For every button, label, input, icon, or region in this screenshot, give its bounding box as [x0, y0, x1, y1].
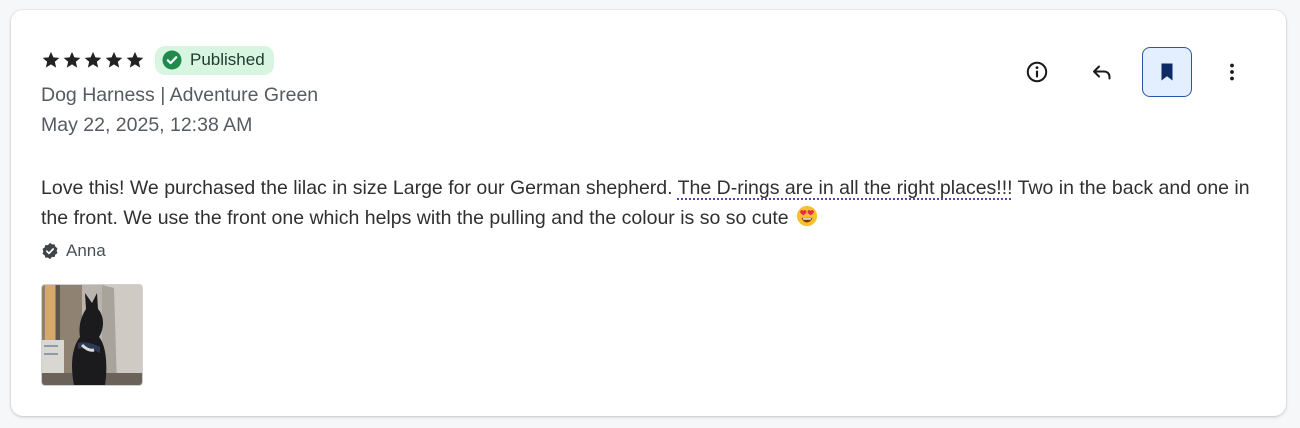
author-row: Anna — [41, 241, 106, 261]
bookmark-button[interactable] — [1142, 47, 1192, 97]
author-name: Anna — [66, 241, 106, 260]
review-text-part: Love this! We purchased the lilac in siz… — [41, 177, 678, 199]
review-card: Published Dog Harness | Adventure Green … — [11, 10, 1286, 416]
status-label: Published — [190, 50, 265, 69]
smiling-face-with-heart-eyes-icon — [796, 205, 818, 227]
star-rating — [41, 50, 145, 70]
verified-badge-icon — [42, 242, 58, 260]
info-button[interactable] — [1012, 47, 1062, 97]
star-icon — [126, 51, 144, 68]
more-vertical-icon — [1230, 63, 1234, 81]
reply-button[interactable] — [1077, 47, 1127, 97]
review-photo-thumbnail[interactable] — [41, 284, 143, 386]
review-date: May 22, 2025, 12:38 AM — [41, 114, 253, 136]
star-icon — [42, 51, 60, 68]
review-text: Love this! We purchased the lilac in siz… — [41, 173, 1261, 233]
more-options-button[interactable] — [1207, 47, 1257, 97]
review-header: Published — [41, 45, 274, 75]
star-icon — [84, 51, 102, 68]
dog-photo — [42, 285, 142, 385]
check-circle-icon — [162, 50, 182, 70]
info-icon — [1026, 61, 1048, 83]
star-icon — [63, 51, 81, 68]
reply-icon — [1093, 65, 1111, 80]
bookmark-icon — [1161, 63, 1173, 81]
review-actions — [1012, 47, 1257, 97]
review-highlight[interactable]: The D-rings are in all the right places!… — [678, 177, 1013, 199]
status-badge: Published — [155, 45, 274, 75]
star-icon — [105, 51, 123, 68]
product-name: Dog Harness | Adventure Green — [41, 84, 319, 106]
